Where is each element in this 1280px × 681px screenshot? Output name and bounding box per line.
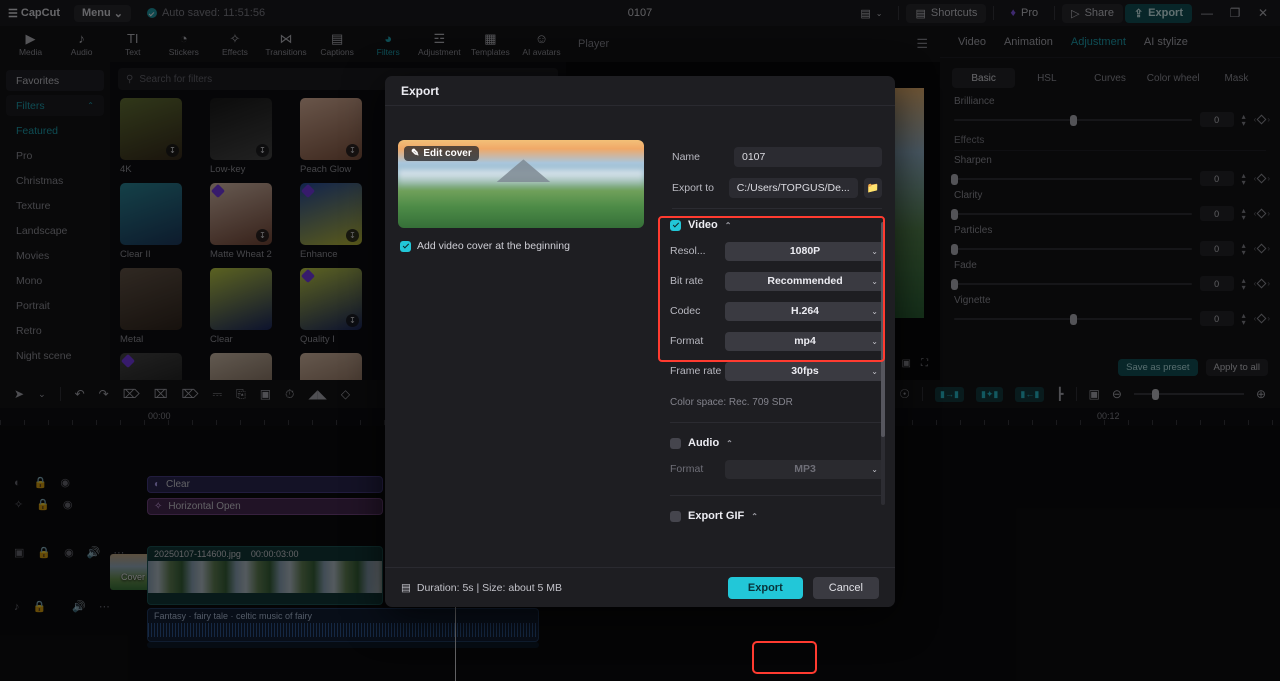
edit-cover-label: Edit cover — [423, 148, 472, 159]
option-select[interactable]: mp4 ⌄ — [725, 331, 885, 351]
export-options: Video ⌃ Resol... 1080P ⌄ Bit rate Recommende… — [670, 219, 885, 522]
option-label: Resol... — [670, 245, 706, 257]
divider — [670, 422, 885, 423]
browse-folder-icon[interactable]: 📁 — [863, 178, 882, 198]
video-option-format: Format mp4 ⌄ — [670, 331, 885, 351]
field-input[interactable]: 0107 — [734, 147, 882, 167]
duration-label: Duration: 5s | Size: about 5 MB — [416, 581, 563, 594]
chevron-down-icon: ⌄ — [871, 336, 878, 346]
chevron-down-icon: ⌄ — [871, 306, 878, 316]
field-input[interactable]: C:/Users/TOPGUS/De... — [728, 178, 858, 198]
video-option-resol: Resol... 1080P ⌄ — [670, 241, 885, 261]
option-label: Format — [670, 335, 704, 347]
audio-format-value: MP3 — [794, 463, 816, 475]
option-label: Bit rate — [670, 275, 704, 287]
checkbox-icon[interactable] — [670, 437, 681, 449]
option-label: Codec — [670, 305, 701, 317]
dialog-export-button[interactable]: Export — [727, 576, 803, 599]
options-scrollbar[interactable] — [881, 222, 885, 505]
divider — [672, 208, 882, 209]
field-label: Export to — [672, 182, 715, 194]
option-label: Frame rate — [670, 365, 722, 377]
option-value: 1080P — [789, 245, 821, 257]
audio-format-label: Format — [670, 463, 704, 475]
video-section-header[interactable]: Video ⌃ — [670, 219, 885, 231]
option-select[interactable]: H.264 ⌄ — [725, 301, 885, 321]
duration-info: ▤ Duration: 5s | Size: about 5 MB — [401, 582, 562, 594]
color-space-label: Color space: Rec. 709 SDR — [670, 397, 793, 408]
audio-format-row: Format MP3 ⌄ — [670, 459, 885, 479]
chevron-down-icon: ⌄ — [871, 276, 878, 286]
dialog-title: Export — [385, 76, 895, 106]
video-options: Resol... 1080P ⌄ Bit rate Recommended ⌄ Codec H… — [670, 241, 885, 381]
export-dialog: Export ✎ Edit cover Add video cover at t… — [385, 76, 895, 674]
video-option-framerate: Frame rate 30fps ⌄ — [670, 361, 885, 381]
option-value: Recommended — [767, 275, 843, 287]
chevron-up-icon[interactable]: ⌃ — [726, 439, 733, 448]
divider — [670, 495, 885, 496]
chevron-down-icon: ⌄ — [871, 366, 878, 376]
checkbox-icon — [400, 240, 411, 252]
video-option-codec: Codec H.264 ⌄ — [670, 301, 885, 321]
dialog-footer: ▤ Duration: 5s | Size: about 5 MB Export… — [385, 567, 895, 607]
gif-section-header[interactable]: Export GIF ⌃ — [670, 510, 885, 522]
chevron-up-icon[interactable]: ⌃ — [725, 221, 732, 230]
option-value: mp4 — [794, 335, 816, 347]
chevron-up-icon[interactable]: ⌃ — [751, 512, 758, 521]
audio-section-title: Audio — [688, 437, 720, 449]
option-select[interactable]: Recommended ⌄ — [725, 271, 885, 291]
scrollbar-thumb[interactable] — [881, 222, 885, 437]
chevron-down-icon: ⌄ — [871, 246, 878, 256]
option-select[interactable]: 1080P ⌄ — [725, 241, 885, 261]
checkbox-icon[interactable] — [670, 219, 681, 231]
film-icon: ▤ — [401, 581, 411, 594]
footer-buttons: Export Cancel — [727, 576, 879, 599]
cover-preview[interactable]: ✎ Edit cover — [398, 140, 644, 228]
export-fields: Name 0107 Export to C:/Users/TOPGUS/De... 📁 — [672, 146, 882, 208]
audio-format-select[interactable]: MP3 ⌄ — [725, 459, 885, 479]
dialog-cancel-button[interactable]: Cancel — [812, 576, 879, 599]
checkbox-icon[interactable] — [670, 510, 681, 522]
dialog-body: ✎ Edit cover Add video cover at the begi… — [385, 106, 895, 567]
option-value: 30fps — [791, 365, 819, 377]
edit-cover-button[interactable]: ✎ Edit cover — [404, 146, 479, 161]
video-section-title: Video — [688, 219, 718, 231]
add-video-cover-label: Add video cover at the beginning — [417, 240, 570, 252]
option-select[interactable]: 30fps ⌄ — [725, 361, 885, 381]
field-label: Name — [672, 151, 701, 163]
export-field-name: Name 0107 — [672, 146, 882, 168]
pencil-icon: ✎ — [411, 148, 420, 159]
add-video-cover-checkbox[interactable]: Add video cover at the beginning — [400, 240, 570, 252]
option-value: H.264 — [790, 305, 820, 317]
chevron-down-icon: ⌄ — [871, 464, 878, 474]
capcut-window: ☰ CapCut Menu ⌄ Auto saved: 11:51:56 010… — [0, 0, 1280, 681]
gif-section-title: Export GIF — [688, 510, 745, 522]
video-option-bitrate: Bit rate Recommended ⌄ — [670, 271, 885, 291]
export-field-export-to: Export to C:/Users/TOPGUS/De... 📁 — [672, 177, 882, 199]
audio-section-header[interactable]: Audio ⌃ — [670, 437, 885, 449]
